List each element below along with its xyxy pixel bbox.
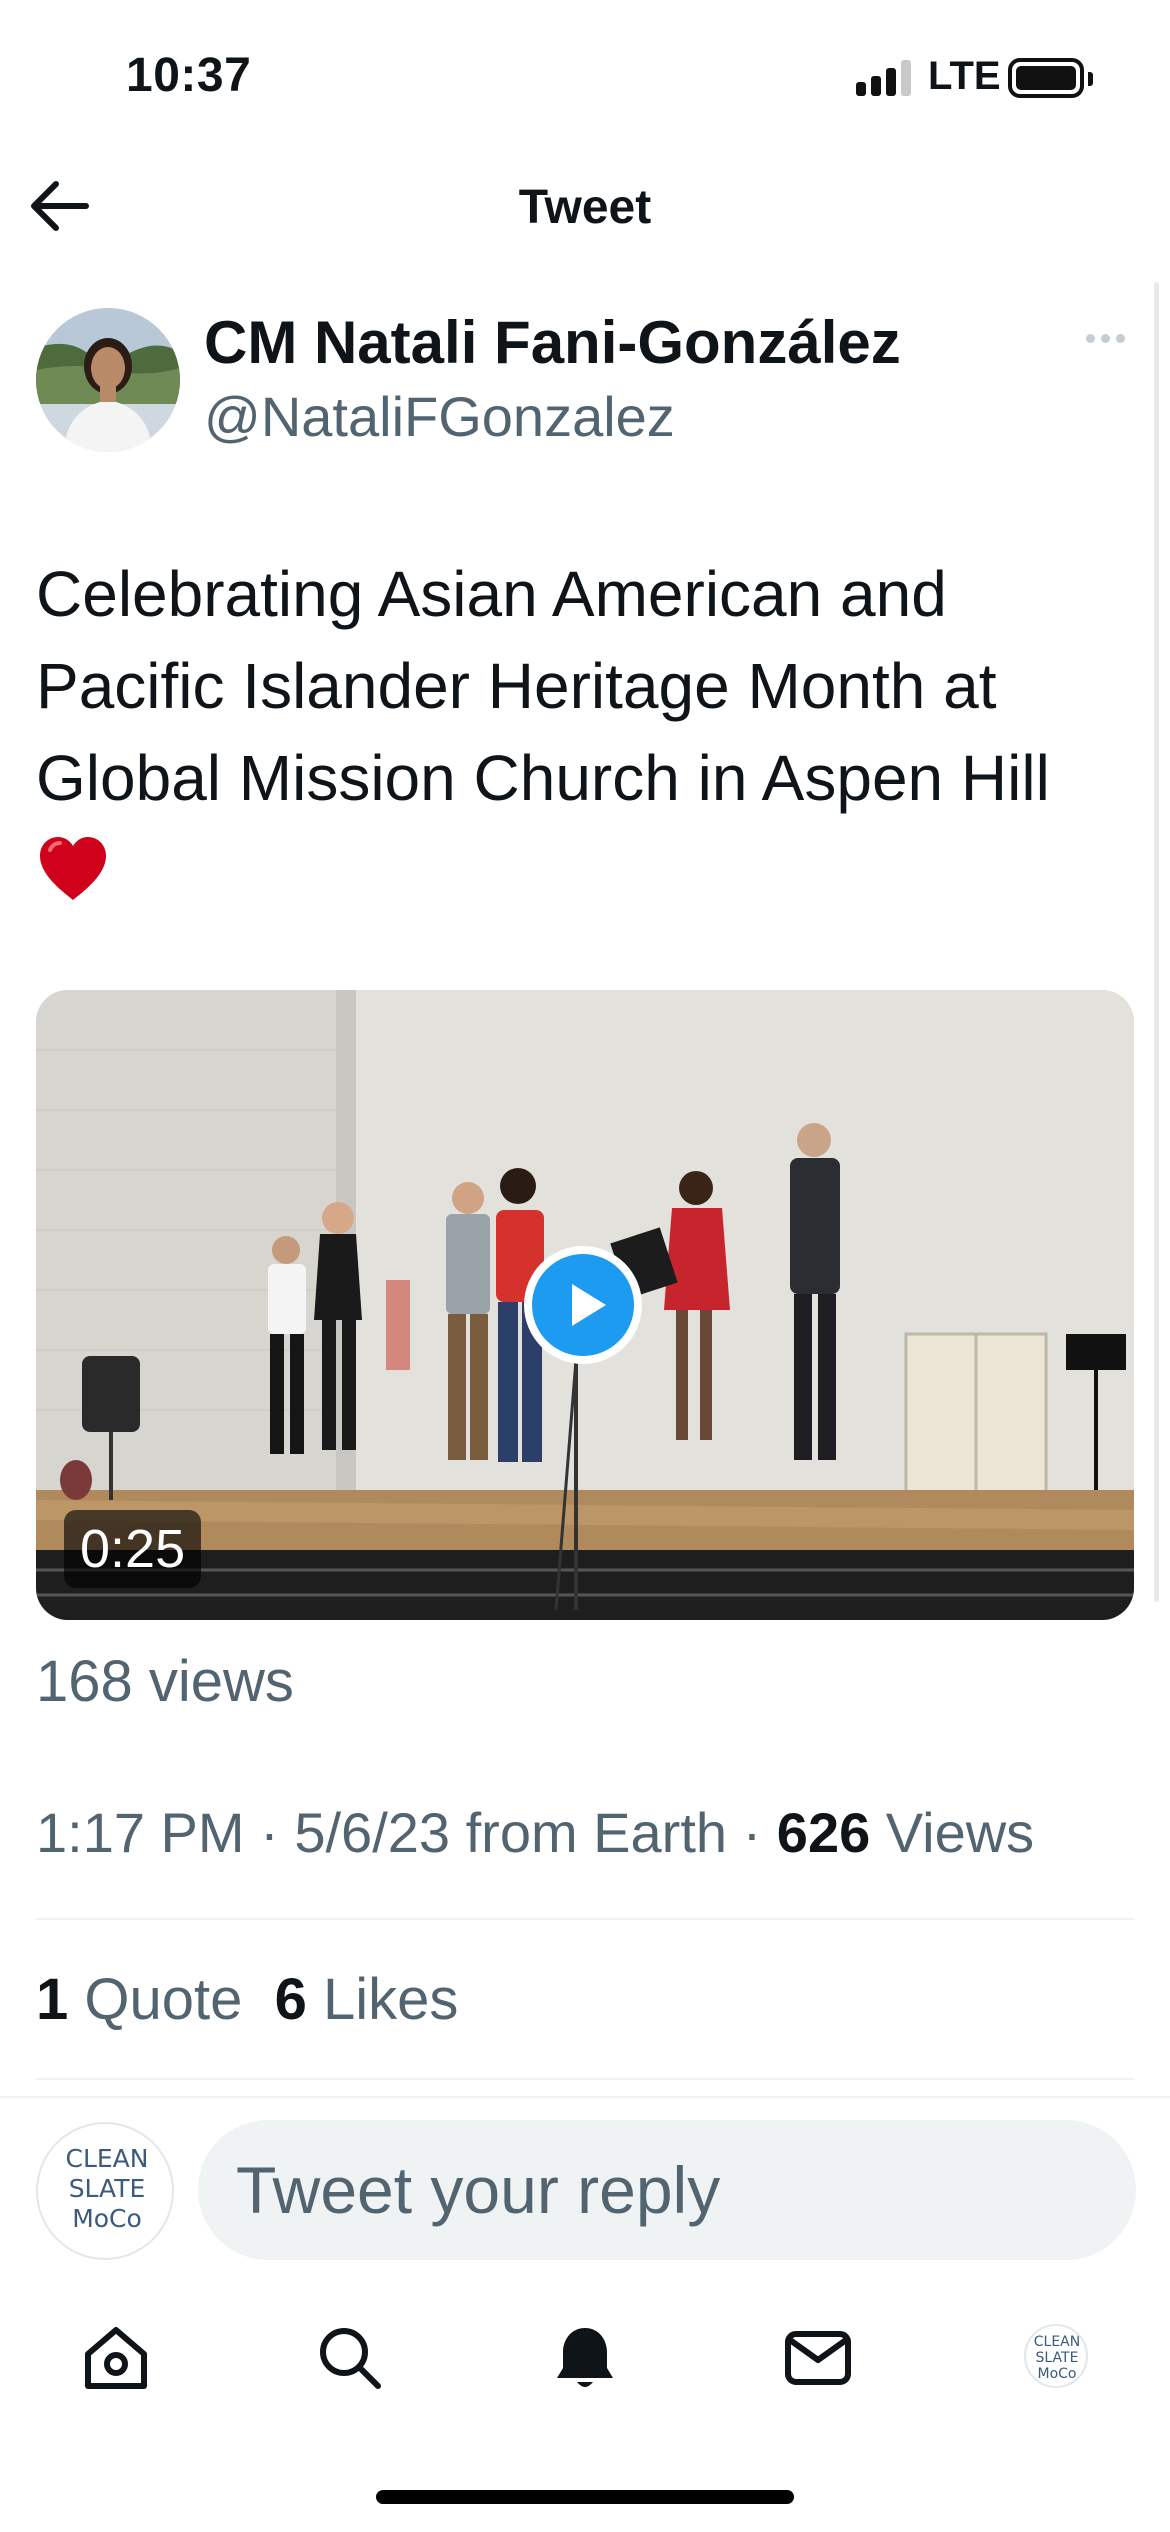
meta-separator: · [260,1801,279,1864]
search-icon[interactable] [314,2322,386,2394]
avatar-logo-text: CLEAN SLATE MoCo [62,2144,152,2234]
page-title: Tweet [518,181,652,234]
play-icon [532,1254,634,1356]
navigation-header: Tweet [0,160,1170,250]
cellular-signal-icon [856,58,916,96]
more-options-icon[interactable] [1082,326,1130,350]
divider [36,1918,1134,1920]
tweet-date[interactable]: 5/6/23 [294,1801,450,1864]
author-handle[interactable]: @NataliFGonzalez [204,384,675,449]
author-name[interactable]: CM Natali Fani-González [204,308,901,377]
logo-line: MoCo [1037,2366,1077,2382]
reply-input[interactable] [198,2120,1136,2260]
tweet-timestamp-line: 1:17 PM · 5/6/23 from Earth · 626 Views [36,1800,1034,1865]
likes-stat[interactable]: 6 Likes [275,1967,459,2032]
video-views-count: 168 views [36,1649,294,1714]
like-label: Likes [323,1967,459,2032]
view-count: 626 [776,1801,871,1864]
status-time: 10:37 [126,49,252,102]
tweet-text: Celebrating Asian American and Pacific I… [36,548,1146,904]
scrollbar[interactable] [1154,282,1159,1602]
battery-icon [1008,58,1084,98]
divider [36,2078,1134,2080]
video-duration-badge: 0:25 [64,1510,202,1588]
logo-line: SLATE [68,2174,146,2203]
like-count: 6 [274,1967,307,2032]
messages-icon[interactable] [782,2322,854,2394]
tweet-source: from Earth [465,1801,728,1864]
tweet-time[interactable]: 1:17 PM [36,1801,245,1864]
logo-line: MoCo [72,2204,142,2233]
network-type: LTE [928,54,1001,98]
status-bar: 10:37 LTE [0,0,1170,150]
red-heart-emoji-icon [36,834,110,904]
profile-avatar[interactable]: CLEAN SLATE MoCo [1024,2324,1088,2388]
quote-count: 1 [36,1967,69,2032]
tweet-author: CM Natali Fani-González @NataliFGonzalez [36,308,1146,458]
tweet-body: Celebrating Asian American and Pacific I… [36,558,1050,814]
video-play-button[interactable] [524,1246,642,1364]
tab-bar: CLEAN SLATE MoCo [0,2300,1170,2410]
home-icon[interactable] [80,2322,152,2394]
author-avatar[interactable] [36,308,180,452]
quotes-stat[interactable]: 1 Quote [36,1967,242,2032]
avatar-logo-text: CLEAN SLATE MoCo [1030,2334,1084,2382]
logo-line: CLEAN [1033,2334,1081,2350]
battery-tip [1088,72,1093,86]
tweet-video[interactable]: 0:25 [36,990,1134,1620]
home-indicator[interactable] [376,2490,794,2504]
logo-line: SLATE [1035,2350,1079,2366]
meta-separator: · [742,1801,762,1864]
notifications-icon[interactable] [549,2322,621,2394]
reply-bar-divider [0,2096,1170,2098]
reply-avatar[interactable]: CLEAN SLATE MoCo [36,2122,174,2260]
logo-line: CLEAN [65,2144,149,2173]
quote-label: Quote [84,1967,243,2032]
tweet-engagement-stats: 1 Quote 6 Likes [36,1966,458,2033]
view-label: Views [885,1801,1035,1864]
